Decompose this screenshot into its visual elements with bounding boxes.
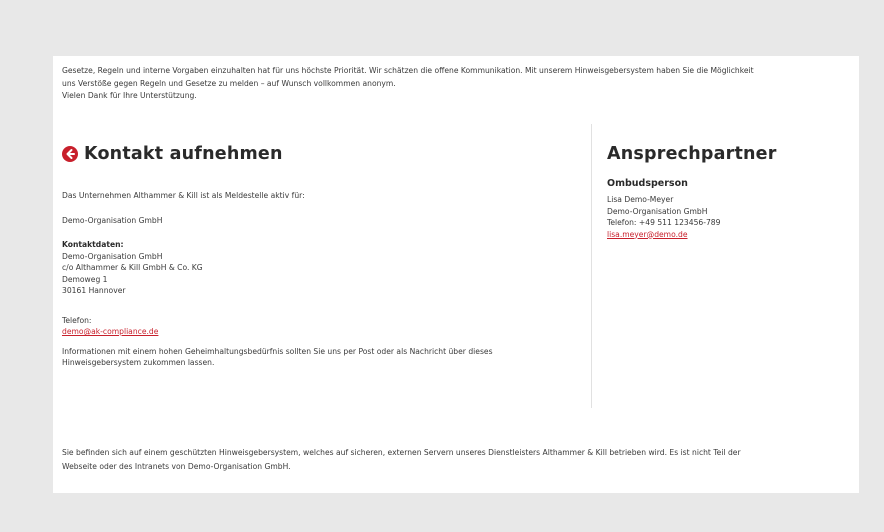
partner-name: Lisa Demo-Meyer (607, 195, 674, 204)
partner-section: Ansprechpartner Ombudsperson Lisa Demo-M… (607, 144, 847, 240)
address-line: Demoweg 1 (62, 274, 108, 284)
contact-heading: Kontakt aufnehmen (84, 144, 283, 164)
contact-heading-row: Kontakt aufnehmen (62, 142, 577, 166)
confidential-note: Informationen mit einem hohen Geheimhalt… (62, 346, 493, 356)
arrow-left-circle-icon (62, 146, 78, 162)
partner-heading: Ansprechpartner (607, 144, 777, 164)
footer-note: Sie befinden sich auf einem geschützten … (62, 446, 852, 474)
intro-thanks: Vielen Dank für Ihre Unterstützung. (62, 91, 197, 100)
organisation-name: Demo-Organisation GmbH (62, 215, 163, 225)
intro-line: uns Verstöße gegen Regeln und Gesetze zu… (62, 78, 396, 88)
address-line: Demo-Organisation GmbH (62, 251, 163, 261)
address-line: c/o Althammer & Kill GmbH & Co. KG (62, 263, 203, 272)
contact-section: Kontakt aufnehmen Das Unternehmen Altham… (62, 142, 577, 369)
contact-details-label: Kontaktdaten: (62, 240, 124, 249)
partner-email-link[interactable]: lisa.meyer@demo.de (607, 230, 688, 239)
intro-text: Gesetze, Regeln und interne Vorgaben ein… (62, 65, 852, 103)
partner-role: Ombudsperson (607, 178, 688, 189)
contact-email-link[interactable]: demo@ak-compliance.de (62, 327, 158, 336)
column-divider (591, 124, 592, 408)
footer-line: Webseite oder des Intranets von Demo-Org… (62, 462, 291, 471)
phone-label: Telefon: (62, 315, 92, 325)
partner-phone: Telefon: +49 511 123456-789 (607, 218, 721, 227)
address-line: 30161 Hannover (62, 286, 126, 295)
intro-line: Gesetze, Regeln und interne Vorgaben ein… (62, 66, 754, 75)
confidential-note: Hinweisgebersystem zukommen lassen. (62, 358, 215, 367)
content-card: Gesetze, Regeln und interne Vorgaben ein… (53, 56, 859, 493)
registry-text: Das Unternehmen Althammer & Kill ist als… (62, 191, 305, 200)
partner-org: Demo-Organisation GmbH (607, 206, 708, 216)
footer-line: Sie befinden sich auf einem geschützten … (62, 448, 741, 457)
